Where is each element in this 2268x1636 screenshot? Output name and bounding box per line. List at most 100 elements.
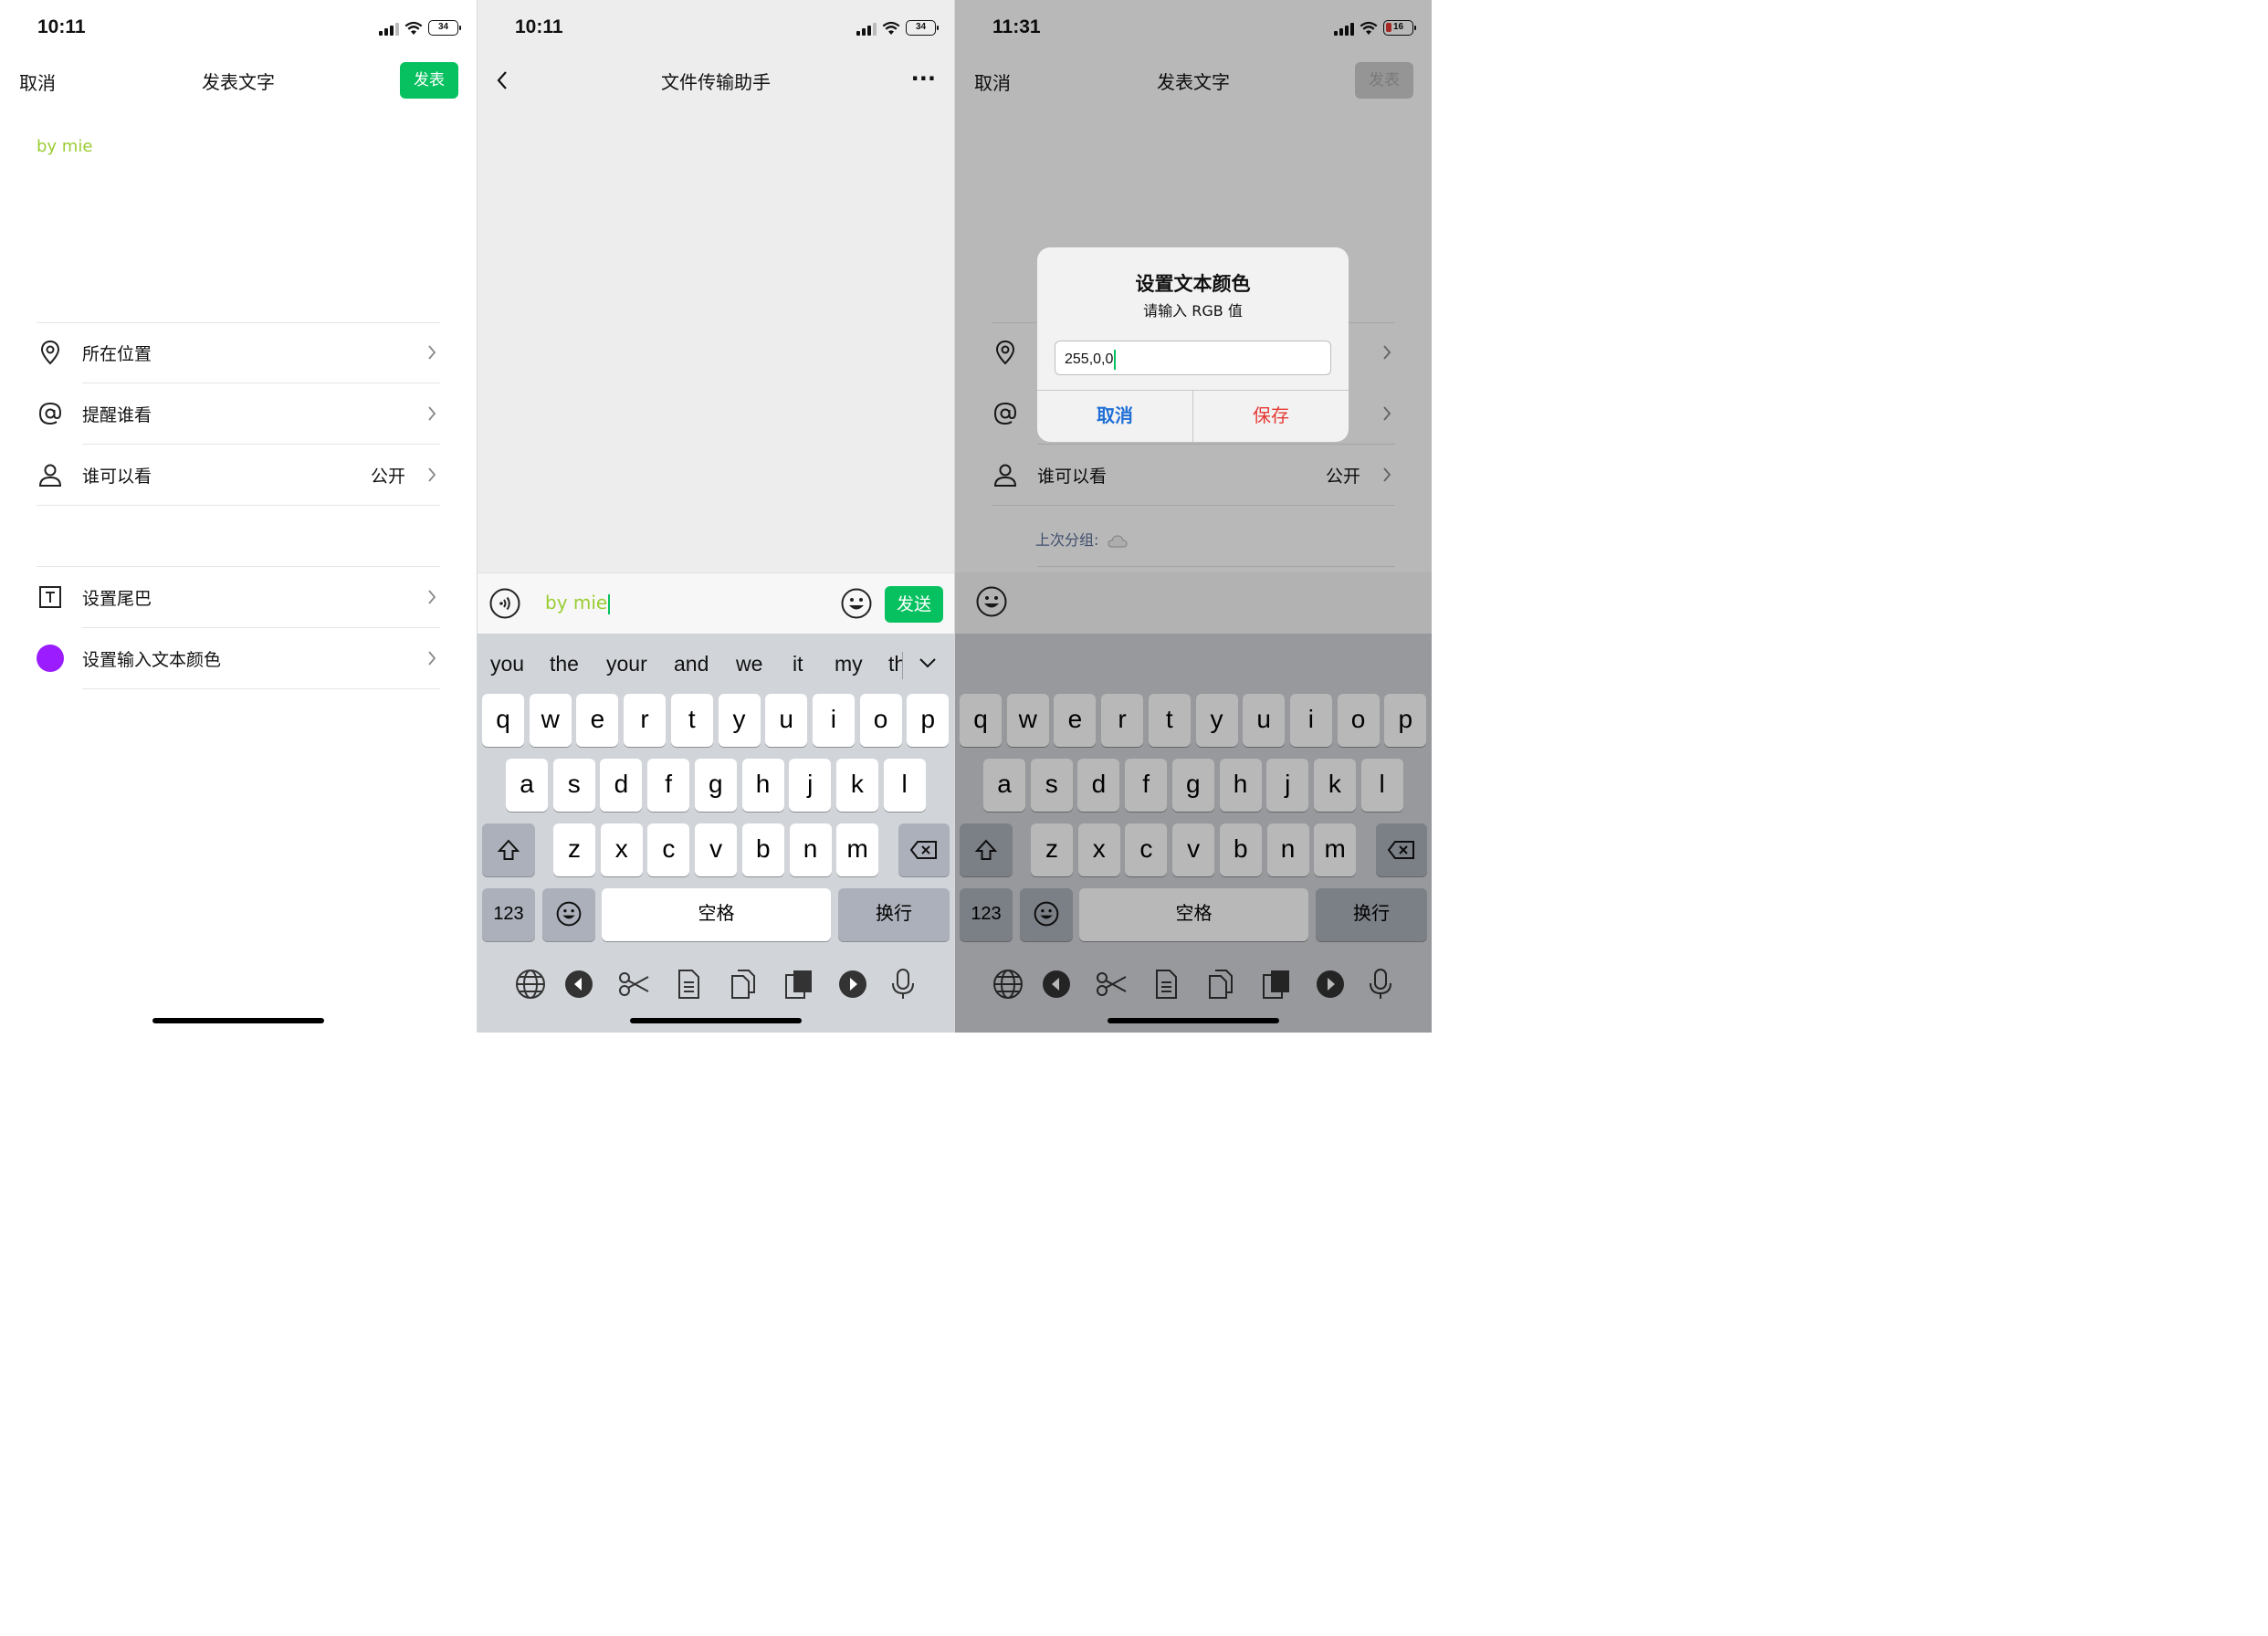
key-j[interactable]: j: [789, 759, 832, 812]
keyboard-tool-row: [478, 964, 954, 1010]
key-u[interactable]: u: [765, 694, 808, 747]
row-tail[interactable]: 设置尾巴: [37, 567, 440, 627]
dialog-save-button[interactable]: 保存: [1193, 390, 1349, 442]
visibility-value: 公开: [370, 467, 405, 487]
row-label: 设置尾巴: [82, 589, 152, 609]
battery-icon: 34: [906, 20, 939, 36]
home-indicator: [630, 1018, 802, 1023]
chevron-down-icon[interactable]: [919, 657, 937, 668]
key-m[interactable]: m: [836, 823, 879, 876]
key-r[interactable]: r: [624, 694, 667, 747]
post-text-input[interactable]: by mie: [37, 137, 438, 246]
more-icon[interactable]: ···: [911, 66, 936, 91]
nav-bar: 取消 发表文字 发表: [0, 57, 477, 104]
row-label: 设置输入文本颜色: [82, 650, 222, 670]
chevron-right-icon: [428, 345, 436, 360]
key-i[interactable]: i: [812, 694, 855, 747]
status-time: 10:11: [37, 16, 86, 37]
keyboard: you the your and we it my th qwertyuiopa…: [478, 634, 954, 1033]
shift-icon: [497, 839, 520, 860]
document-icon[interactable]: [672, 968, 705, 1001]
key-v[interactable]: v: [695, 823, 738, 876]
key-e[interactable]: e: [576, 694, 619, 747]
suggestion[interactable]: you: [490, 652, 524, 676]
shift-key[interactable]: [482, 823, 535, 876]
send-button[interactable]: 发送: [885, 586, 943, 623]
wifi-icon: [404, 21, 423, 35]
wifi-icon: [882, 21, 900, 35]
suggestion[interactable]: and: [674, 652, 709, 676]
space-key[interactable]: 空格: [602, 888, 831, 941]
suggestion[interactable]: the: [550, 652, 579, 676]
key-f[interactable]: f: [647, 759, 690, 812]
suggestion[interactable]: th: [888, 652, 903, 676]
delete-key[interactable]: [898, 823, 950, 876]
publish-button[interactable]: 发表: [400, 62, 458, 99]
key-l[interactable]: l: [883, 759, 926, 812]
key-z[interactable]: z: [553, 823, 595, 876]
dialog-subtitle: 请输入 RGB 值: [1143, 302, 1243, 320]
post-text-color-dialog-screen: 11:31 16 取消 发表文字 发表 谁可以看 公开 上次分组: qwerty…: [955, 0, 1432, 1033]
numbers-key[interactable]: 123: [482, 888, 535, 941]
emoji-key[interactable]: [542, 888, 595, 941]
key-k[interactable]: k: [835, 759, 878, 812]
suggestion[interactable]: my: [835, 652, 863, 676]
nav-bar: 文件传输助手 ···: [478, 57, 954, 104]
key-a[interactable]: a: [506, 759, 548, 812]
text-box-icon: [39, 586, 61, 608]
return-key[interactable]: 换行: [838, 888, 950, 941]
cursor-right-icon[interactable]: [836, 968, 869, 1001]
row-visibility[interactable]: 谁可以看 公开: [37, 445, 440, 505]
key-w[interactable]: w: [529, 694, 572, 747]
suggestion[interactable]: it: [793, 652, 803, 676]
status-bar: 10:11 34: [478, 0, 954, 57]
suggestion[interactable]: we: [736, 652, 762, 676]
suggestion-bar: you the your and we it my th: [478, 646, 954, 683]
chat-input-bar: by mie 发送: [478, 572, 954, 634]
dialog-cancel-button[interactable]: 取消: [1037, 390, 1192, 442]
key-t[interactable]: t: [670, 694, 713, 747]
key-n[interactable]: n: [789, 823, 832, 876]
status-time: 10:11: [515, 16, 563, 37]
voice-icon[interactable]: [489, 588, 520, 619]
copy-icon[interactable]: [727, 968, 760, 1001]
row-label: 提醒谁看: [82, 405, 152, 425]
row-location[interactable]: 所在位置: [37, 322, 440, 383]
key-d[interactable]: d: [600, 759, 643, 812]
key-c[interactable]: c: [647, 823, 690, 876]
scissors-icon[interactable]: [617, 968, 650, 1001]
purple-dot-icon: [37, 645, 64, 672]
chat-screen: 10:11 34 文件传输助手 ··· by mie 发送 you the yo…: [478, 0, 954, 1033]
key-h[interactable]: h: [741, 759, 784, 812]
home-indicator: [1108, 1018, 1279, 1023]
row-text-color[interactable]: 设置输入文本颜色: [37, 628, 440, 688]
status-bar: 10:11 34: [0, 0, 477, 57]
key-p[interactable]: p: [907, 694, 950, 747]
key-g[interactable]: g: [694, 759, 737, 812]
key-x[interactable]: x: [600, 823, 643, 876]
suggestion[interactable]: your: [606, 652, 647, 676]
globe-icon[interactable]: [514, 968, 547, 1001]
microphone-icon[interactable]: [887, 968, 919, 1001]
key-o[interactable]: o: [859, 694, 902, 747]
signal-icon: [856, 21, 877, 36]
key-q[interactable]: q: [482, 694, 524, 747]
color-dialog: 设置文本颜色 请输入 RGB 值 255,0,0 取消 保存: [1037, 247, 1349, 442]
key-b[interactable]: b: [741, 823, 784, 876]
backspace-icon: [909, 841, 937, 859]
emoji-icon[interactable]: [841, 588, 872, 619]
key-y[interactable]: y: [718, 694, 761, 747]
battery-icon: 34: [428, 20, 461, 36]
location-pin-icon: [40, 340, 60, 365]
chat-title: 文件传输助手: [661, 71, 771, 93]
dim-overlay: [955, 0, 1432, 1033]
key-s[interactable]: s: [552, 759, 595, 812]
cursor-left-icon[interactable]: [562, 968, 595, 1001]
row-remind[interactable]: 提醒谁看: [37, 383, 440, 444]
chat-text-input[interactable]: by mie: [545, 592, 611, 614]
rgb-input[interactable]: 255,0,0: [1055, 341, 1331, 375]
paste-icon[interactable]: [782, 968, 814, 1001]
at-icon: [38, 402, 62, 425]
dialog-title: 设置文本颜色: [1135, 273, 1251, 295]
chevron-right-icon: [428, 651, 436, 666]
